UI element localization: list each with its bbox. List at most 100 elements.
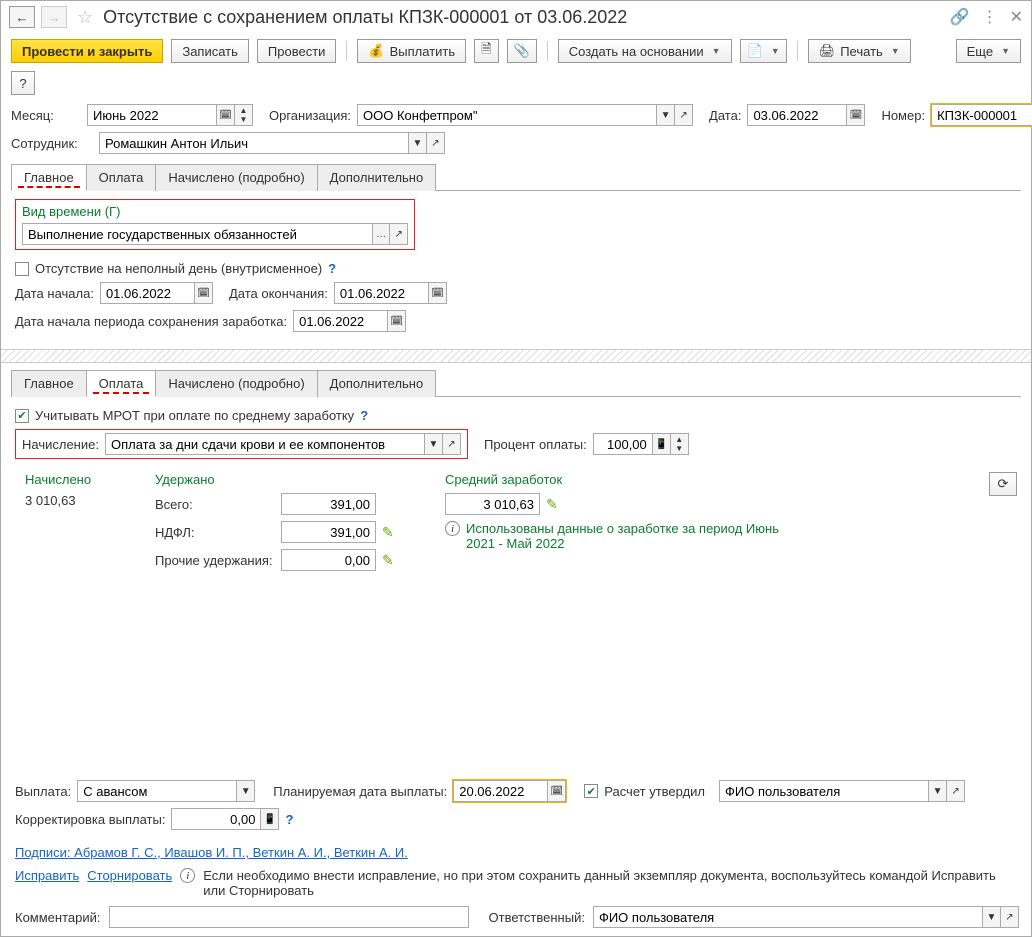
start-date-label: Дата начала: [15,286,94,301]
accrual-label: Начисление: [22,437,99,452]
ndfl-input[interactable] [287,525,370,540]
employee-input[interactable] [105,136,403,151]
time-type-clear[interactable]: … [373,223,391,245]
pay-icon: 💰 [368,43,384,59]
date-input[interactable] [753,108,841,123]
create-on-basis-button[interactable]: Создать на основании▼ [558,39,732,63]
tab-main[interactable]: Главное [11,164,87,191]
percent-spinner[interactable]: ▲▼ [671,433,689,455]
hint-text: Если необходимо внести исправление, но п… [203,868,1017,898]
storno-link[interactable]: Сторнировать [87,868,172,883]
keep-period-input[interactable] [299,314,382,329]
kebab-icon[interactable]: ⋮ [982,7,998,27]
mrot-checkbox[interactable]: ✔ Учитывать МРОТ при оплате по среднему … [15,408,354,423]
number-input[interactable] [937,108,1032,123]
window-title: Отсутствие с сохранением оплаты КПЗК-000… [103,7,944,28]
plan-date-input[interactable] [459,784,542,799]
forward-button[interactable]: → [41,6,67,28]
avg-info-text: Использованы данные о заработке за перио… [466,521,796,551]
payout-label: Выплата: [15,784,71,799]
org-dropdown[interactable]: ▼ [657,104,675,126]
time-type-open[interactable]: ↗ [390,223,408,245]
tab-payment-2[interactable]: Оплата [86,370,157,397]
responsible-open[interactable]: ↗ [1001,906,1019,928]
more-button[interactable]: Еще▼ [956,39,1021,63]
responsible-dropdown[interactable]: ▼ [983,906,1001,928]
help-icon[interactable]: ? [360,408,368,423]
payout-dropdown[interactable]: ▼ [237,780,255,802]
calendar-icon[interactable]: 🗓 [217,104,235,126]
post-and-close-button[interactable]: Провести и закрыть [11,39,163,63]
torn-edge [1,349,1031,363]
signatures-link[interactable]: Подписи: Абрамов Г. С., Ивашов И. П., Ве… [15,845,408,860]
withheld-header: Удержано [155,472,415,487]
tab-main-2[interactable]: Главное [11,370,87,397]
avg-input[interactable] [451,497,534,512]
pencil-icon[interactable]: ✎ [382,524,394,541]
calendar-icon[interactable]: 🗓 [548,780,566,802]
save-button[interactable]: Записать [171,39,249,63]
end-date-label: Дата окончания: [229,286,328,301]
percent-label: Процент оплаты: [484,437,587,452]
pencil-icon[interactable]: ✎ [382,552,394,569]
calendar-icon[interactable]: 🗓 [195,282,213,304]
link-icon[interactable]: 🔗 [950,7,970,27]
back-button[interactable]: ← [9,6,35,28]
tab-payment[interactable]: Оплата [86,164,157,191]
percent-input[interactable] [599,437,647,452]
tab-extra[interactable]: Дополнительно [317,164,437,191]
end-date-input[interactable] [340,286,423,301]
accrual-input[interactable] [111,437,419,452]
responsible-input[interactable] [599,910,977,925]
accrued-value: 3 010,63 [25,493,125,508]
tab-accrued[interactable]: Начислено (подробно) [155,164,317,191]
org-input[interactable] [363,108,651,123]
calendar-icon[interactable]: 🗓 [388,310,406,332]
calendar-icon[interactable]: 🗓 [429,282,447,304]
employee-label: Сотрудник: [11,136,93,151]
help-button[interactable]: ? [11,71,35,95]
accrual-open[interactable]: ↗ [443,433,461,455]
month-spinner[interactable]: ▲▼ [235,104,253,126]
pencil-icon[interactable]: ✎ [546,496,558,513]
correction-input[interactable] [177,812,255,827]
info-icon: i [180,868,195,883]
post-button[interactable]: Провести [257,39,337,63]
other-input[interactable] [287,553,370,568]
approved-checkbox[interactable]: ✔ Расчет утвердил [584,784,705,799]
info-icon: i [445,521,460,536]
tab-extra-2[interactable]: Дополнительно [317,370,437,397]
copy-button[interactable]: 📄▼ [740,39,787,63]
fix-link[interactable]: Исправить [15,868,79,883]
employee-dropdown[interactable]: ▼ [409,132,427,154]
approver-dropdown[interactable]: ▼ [929,780,947,802]
plan-date-label: Планируемая дата выплаты: [273,784,447,799]
org-open[interactable]: ↗ [675,104,693,126]
comment-input[interactable] [115,910,463,925]
accrual-dropdown[interactable]: ▼ [425,433,443,455]
partial-day-checkbox[interactable]: Отсутствие на неполный день (внутрисменн… [15,261,322,276]
time-type-input[interactable] [28,227,367,242]
pay-button[interactable]: 💰 Выплатить [357,39,466,63]
favorite-icon[interactable]: ☆ [77,7,93,28]
total-input[interactable] [287,497,370,512]
calculator-icon[interactable]: 📱 [653,433,671,455]
correction-label: Корректировка выплаты: [15,812,165,827]
attach-button[interactable]: 📎 [507,39,537,63]
employee-open[interactable]: ↗ [427,132,445,154]
tab-accrued-2[interactable]: Начислено (подробно) [155,370,317,397]
approver-open[interactable]: ↗ [947,780,965,802]
number-label: Номер: [881,108,925,123]
help-icon[interactable]: ? [328,261,336,276]
month-input[interactable] [93,108,211,123]
close-icon[interactable]: ✕ [1010,7,1023,27]
document-icon-button[interactable]: 🗎 [474,39,498,63]
approver-input[interactable] [725,784,923,799]
payout-input[interactable] [83,784,231,799]
refresh-button[interactable]: ⟳ [989,472,1017,496]
start-date-input[interactable] [106,286,189,301]
help-icon[interactable]: ? [285,812,293,827]
calendar-icon[interactable]: 🗓 [847,104,865,126]
calculator-icon[interactable]: 📱 [261,808,279,830]
print-button[interactable]: 🖨 Печать▼ [808,39,911,63]
